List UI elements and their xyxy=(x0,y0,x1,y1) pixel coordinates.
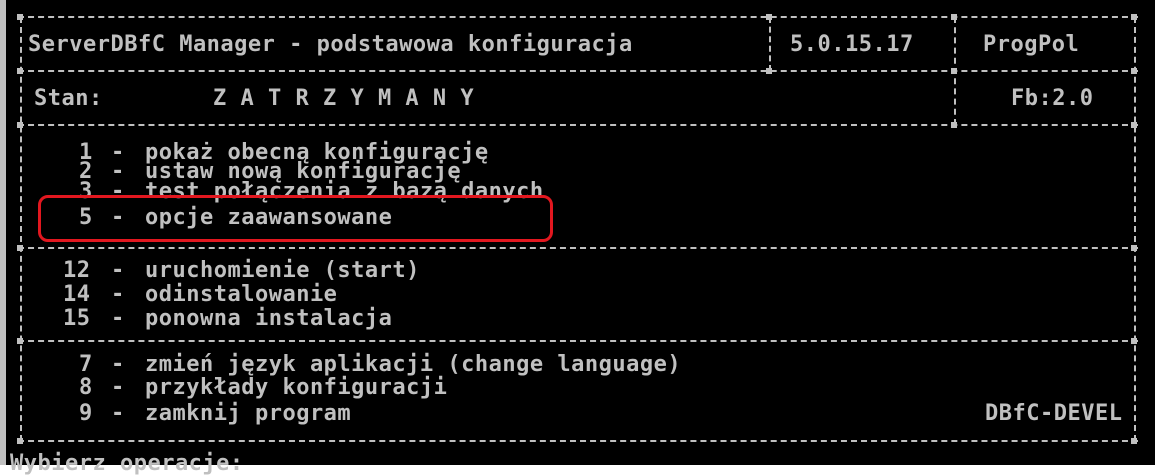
frame-line-under-group2 xyxy=(18,340,1138,342)
corner-mark xyxy=(766,14,772,20)
menu-item-label: przykłady konfiguracji xyxy=(145,375,448,400)
status-value: Z A T R Z Y M A N Y xyxy=(213,86,475,111)
fb-version-label: Fb:2.0 xyxy=(1011,86,1094,111)
menu-item-separator: - xyxy=(111,306,125,331)
corner-mark xyxy=(17,245,23,251)
corner-mark xyxy=(766,68,772,74)
corner-mark xyxy=(951,122,957,128)
window-left-edge xyxy=(0,0,6,465)
menu-item-number: 12 xyxy=(63,258,91,283)
menu-item-label: odinstalowanie xyxy=(145,282,338,307)
command-prompt[interactable]: Wybierz operacje: xyxy=(10,452,244,476)
corner-mark xyxy=(17,338,23,344)
menu-item-number: 7 xyxy=(79,352,93,377)
menu-item-number: 9 xyxy=(79,401,93,426)
corner-mark xyxy=(17,438,23,444)
frame-line-under-group1 xyxy=(18,247,1138,249)
menu-item-label: ponowna instalacja xyxy=(145,306,393,331)
corner-mark xyxy=(1131,245,1137,251)
corner-mark xyxy=(17,122,23,128)
menu-item-label: zmień język aplikacji (change language) xyxy=(145,352,682,377)
frame-divider-version xyxy=(769,17,771,71)
console-window: ServerDBfC Manager - podstawowa konfigur… xyxy=(0,0,1155,476)
menu-item-separator: - xyxy=(111,258,125,283)
corner-mark xyxy=(1131,68,1137,74)
app-title: ServerDBfC Manager - podstawowa konfigur… xyxy=(28,32,633,57)
corner-mark xyxy=(1131,14,1137,20)
advanced-options-highlight xyxy=(38,195,553,242)
menu-item-number: 14 xyxy=(63,282,91,307)
corner-mark xyxy=(1131,438,1137,444)
menu-item-number: 8 xyxy=(79,375,93,400)
version-label: 5.0.15.17 xyxy=(790,32,914,57)
corner-mark xyxy=(1131,122,1137,128)
corner-mark xyxy=(951,68,957,74)
environment-tag: DBfC-DEVEL xyxy=(985,401,1123,426)
status-label: Stan: xyxy=(34,86,103,111)
corner-mark xyxy=(951,14,957,20)
frame-line-right xyxy=(1134,17,1136,441)
corner-mark xyxy=(17,68,23,74)
corner-mark xyxy=(1131,338,1137,344)
frame-line-top xyxy=(18,16,1138,18)
frame-line-under-header xyxy=(18,70,1138,72)
frame-line-bottom xyxy=(18,440,1138,442)
menu-item-separator: - xyxy=(111,375,125,400)
menu-item-separator: - xyxy=(111,401,125,426)
vendor-label: ProgPol xyxy=(983,32,1080,57)
menu-item-separator: - xyxy=(111,352,125,377)
menu-item-number: 15 xyxy=(63,306,91,331)
corner-mark xyxy=(17,14,23,20)
menu-item-label: zamknij program xyxy=(145,401,352,426)
frame-line-left xyxy=(20,17,22,441)
menu-item-separator: - xyxy=(111,282,125,307)
frame-line-under-status xyxy=(18,124,1138,126)
menu-item-label: uruchomienie (start) xyxy=(145,258,420,283)
